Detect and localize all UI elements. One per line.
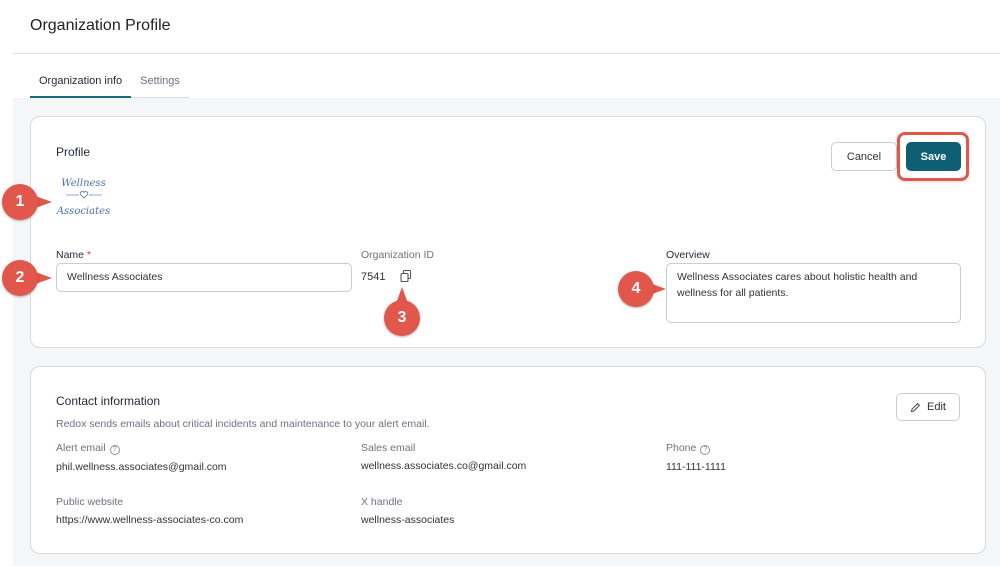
edit-label: Edit	[927, 401, 946, 413]
logo-text-top: Wellness	[61, 178, 106, 189]
sales-email-value: wellness.associates.co@gmail.com	[361, 460, 527, 472]
contact-title: Contact information	[56, 394, 161, 408]
sales-email-label: Sales email	[361, 442, 416, 454]
edit-button[interactable]: Edit	[896, 393, 960, 421]
alert-email-value: phil.wellness.associates@gmail.com	[56, 461, 227, 473]
public-website-label: Public website	[56, 496, 124, 508]
heart-icon	[56, 190, 111, 205]
x-handle-value: wellness-associates	[361, 514, 455, 526]
overview-label: Overview	[666, 249, 710, 261]
phone-label: Phone?	[666, 442, 711, 455]
copy-icon[interactable]	[399, 269, 413, 283]
tab-bar: Organization info Settings	[30, 74, 189, 98]
tab-organization-info[interactable]: Organization info	[30, 74, 132, 98]
contact-card: Contact information Redox sends emails a…	[30, 366, 986, 554]
header-divider	[13, 53, 1000, 54]
organization-id-value: 7541	[361, 271, 386, 283]
annotation-marker-2: 2	[2, 260, 38, 296]
annotation-marker-1: 1	[2, 184, 38, 220]
profile-title: Profile	[56, 145, 91, 159]
page-title: Organization Profile	[30, 17, 171, 34]
pencil-icon	[910, 402, 921, 412]
alert-email-label: Alert email?	[56, 442, 120, 455]
name-input[interactable]: Wellness Associates	[56, 263, 352, 292]
annotation-marker-3: 3	[384, 300, 420, 336]
name-label: Name *	[56, 249, 92, 261]
phone-value: 111-111-1111	[666, 461, 726, 473]
organization-id-label: Organization ID	[361, 249, 434, 261]
logo-text-bottom: Associates	[56, 206, 111, 217]
help-icon[interactable]: ?	[109, 445, 120, 455]
help-icon[interactable]: ?	[700, 445, 711, 455]
cancel-button[interactable]: Cancel	[831, 142, 897, 171]
organization-logo[interactable]: Wellness Associates	[56, 177, 111, 227]
annotation-marker-4: 4	[618, 271, 654, 307]
profile-card: Profile Cancel Save Wellness Associates …	[30, 116, 986, 348]
public-website-value: https://www.wellness-associates-co.com	[56, 514, 244, 526]
overview-textarea[interactable]: Wellness Associates cares about holistic…	[666, 263, 961, 323]
required-asterisk: *	[86, 249, 92, 261]
contact-description: Redox sends emails about critical incide…	[56, 418, 430, 430]
save-button[interactable]: Save	[906, 142, 961, 171]
tab-settings[interactable]: Settings	[131, 74, 189, 98]
x-handle-label: X handle	[361, 496, 403, 508]
